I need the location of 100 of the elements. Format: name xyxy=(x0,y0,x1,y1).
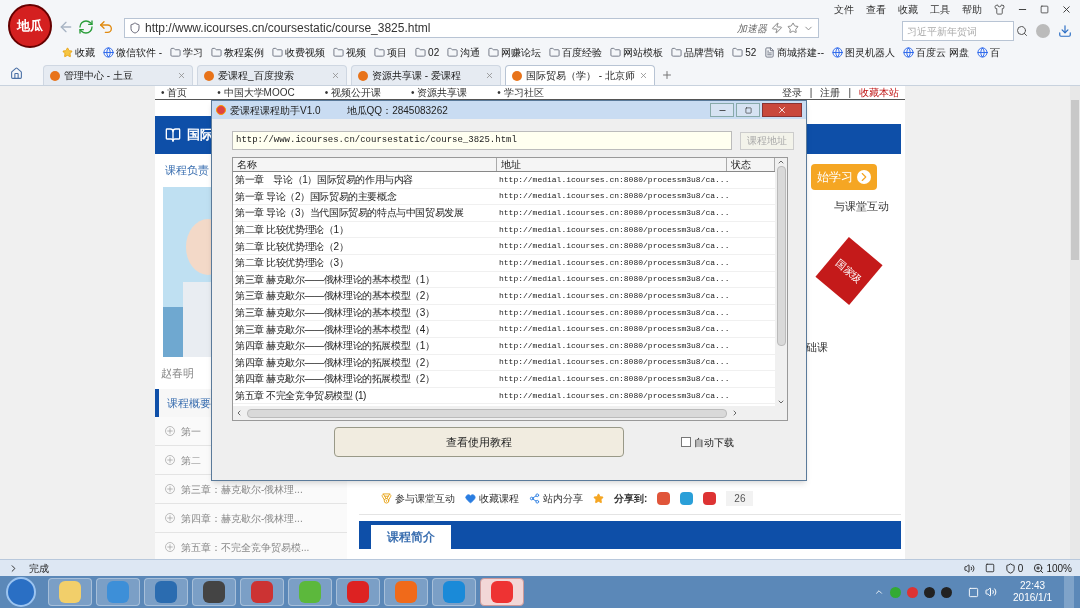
folder-icon xyxy=(610,46,622,58)
menu-item[interactable]: 文件 xyxy=(834,2,854,17)
accelerator-label[interactable]: 加速器 xyxy=(737,20,767,36)
status-text: 完成 xyxy=(29,561,49,576)
undo-icon[interactable] xyxy=(98,19,114,35)
menu-item[interactable]: 工具 xyxy=(930,2,950,17)
account-link[interactable]: 注册 xyxy=(820,86,841,100)
bookmark-item[interactable]: 网站模板 xyxy=(610,44,664,60)
nav-link[interactable]: • 视频公开课 xyxy=(324,86,381,100)
bolt-icon[interactable] xyxy=(771,22,783,34)
table-cell-text: http://medial.icourses.cn:8080/processm3u8/ca... xyxy=(498,372,727,385)
bookmark-item[interactable]: 网赚论坛 xyxy=(488,44,542,60)
window-icon[interactable] xyxy=(984,563,995,573)
zoom-level[interactable]: 100% xyxy=(1046,560,1072,576)
browser-tab[interactable]: 爱课程_百度搜索 xyxy=(197,65,347,85)
address-bar[interactable]: http://www.icourses.cn/coursestatic/course_3825.html 加速器 xyxy=(124,18,819,38)
action-link[interactable]: 站内分享 xyxy=(529,491,583,506)
bookmark-item[interactable]: 教程案例 xyxy=(211,44,265,60)
action-link[interactable]: 参与课堂互动 xyxy=(381,491,455,506)
download-icon[interactable] xyxy=(1058,24,1072,38)
browser-tab[interactable]: 资源共享课 - 爱课程 xyxy=(351,65,501,85)
maximize-icon[interactable] xyxy=(1040,5,1049,14)
scrollbar[interactable] xyxy=(1070,86,1080,559)
vertical-scrollbar[interactable] xyxy=(775,158,787,406)
account-link[interactable]: 收藏本站 xyxy=(859,86,899,100)
home-icon[interactable] xyxy=(10,67,23,80)
shield-icon[interactable] xyxy=(1004,562,1016,574)
close-tab-icon[interactable] xyxy=(331,71,340,80)
browser-logo: 地瓜 xyxy=(8,4,52,48)
skin-icon[interactable] xyxy=(994,4,1005,15)
table-cell-text: 第五章 不完全竞争贸易模型 (1) xyxy=(234,389,367,403)
close-tab-icon[interactable] xyxy=(639,71,648,80)
clock[interactable]: 22:43 2016/1/1 xyxy=(1013,580,1052,604)
tray-icon[interactable] xyxy=(924,586,936,598)
close-tab-icon[interactable] xyxy=(177,71,186,80)
url-field[interactable]: http://www.icourses.cn/coursestatic/course_3825.html xyxy=(232,131,732,150)
intro-tab[interactable]: 课程简介 xyxy=(371,525,451,549)
auto-download-checkbox[interactable]: 自动下载 xyxy=(681,434,734,450)
menu-item[interactable]: 收藏 xyxy=(898,2,918,17)
bookmark-item[interactable]: 百度经验 xyxy=(549,44,603,60)
back-icon[interactable] xyxy=(58,19,74,35)
nav-link[interactable]: • 中国大学MOOC xyxy=(217,86,295,100)
bookmark-item[interactable]: 图灵机器人 xyxy=(832,44,896,60)
search-icon[interactable] xyxy=(1016,25,1028,37)
volume-icon[interactable] xyxy=(985,586,998,598)
close-button[interactable] xyxy=(762,103,802,117)
bookmark-item[interactable]: 百 xyxy=(976,44,1000,60)
nav-link[interactable]: • 资源共享课 xyxy=(410,86,468,100)
tray-expand-icon[interactable] xyxy=(874,587,885,597)
start-button[interactable] xyxy=(6,577,36,607)
bookmark-item[interactable]: 视频 xyxy=(333,44,367,60)
browser-tab[interactable]: 管理中心 - 土豆 xyxy=(43,65,193,85)
close-tab-icon[interactable] xyxy=(485,71,494,80)
speaker-icon[interactable] xyxy=(963,562,975,574)
folder-icon xyxy=(549,46,561,58)
menu-item[interactable]: 帮助 xyxy=(962,2,982,17)
bookmark-item[interactable]: 品牌营销 xyxy=(671,44,725,60)
bookmark-item[interactable]: 沟通 xyxy=(447,44,481,60)
bookmark-item[interactable]: 学习 xyxy=(170,44,204,60)
share-site-icon[interactable] xyxy=(703,492,717,505)
account-link[interactable]: 登录 xyxy=(781,86,802,100)
menu-item[interactable]: 查看 xyxy=(866,2,886,17)
user-icon[interactable] xyxy=(1036,24,1050,38)
bookmark-item[interactable]: 52 xyxy=(732,44,757,60)
nav-link[interactable]: • 首页 xyxy=(161,86,188,100)
bookmark-item[interactable]: 02 xyxy=(415,44,440,60)
share-site-icon[interactable] xyxy=(680,492,694,505)
refresh-icon[interactable] xyxy=(78,19,94,35)
bookmark-item[interactable]: 项目 xyxy=(374,44,408,60)
tray-icon[interactable] xyxy=(941,586,953,598)
action-link[interactable]: 收藏课程 xyxy=(465,491,519,506)
network-icon[interactable] xyxy=(968,586,980,598)
search-field[interactable]: 习近平新年贺词 xyxy=(902,21,1014,41)
chapter-item[interactable]: 第四章：赫克歇尔-俄林理... xyxy=(155,504,347,533)
bookmark-item[interactable]: 收费视频 xyxy=(272,44,326,60)
table-cell-text: 第一章 导论（1）国际贸易的作用与内容 xyxy=(234,173,414,188)
tutorial-button[interactable]: 查看使用教程 xyxy=(334,427,624,457)
page-icon xyxy=(764,46,776,58)
browser-tab[interactable]: 国际贸易（学） - 北京师 xyxy=(505,65,655,85)
scroll-down-icon[interactable] xyxy=(777,398,785,406)
bookmark-item[interactable]: 微信软件 - xyxy=(103,44,163,60)
bookmark-item[interactable]: 收藏 xyxy=(62,44,95,60)
close-icon[interactable] xyxy=(1061,4,1072,15)
column-header[interactable]: 名称 xyxy=(233,158,497,171)
column-header[interactable]: 地址 xyxy=(497,158,727,171)
nav-link[interactable]: • 学习社区 xyxy=(497,86,544,100)
table-cell-text: http://medial.icourses.cn:8080/processm3u8/ca... xyxy=(498,256,727,269)
bookmark-item[interactable]: 百度云 网盘 xyxy=(903,44,969,60)
scroll-left-icon[interactable] xyxy=(235,409,243,417)
chapter-item[interactable]: 第五章：不完全竞争贸易模... xyxy=(155,533,347,559)
horizontal-scrollbar[interactable] xyxy=(233,406,787,420)
scroll-right-icon[interactable] xyxy=(731,409,739,417)
bookmark-item[interactable]: 商城搭建-- xyxy=(764,44,825,60)
scroll-up-icon[interactable] xyxy=(777,158,785,166)
minimize-button[interactable] xyxy=(710,103,734,117)
maximize-button[interactable] xyxy=(736,103,760,117)
new-tab-icon[interactable] xyxy=(661,69,673,81)
star-icon[interactable] xyxy=(787,22,799,34)
taskbar-app-icon[interactable] xyxy=(480,578,524,606)
zoom-icon[interactable] xyxy=(1033,562,1045,574)
